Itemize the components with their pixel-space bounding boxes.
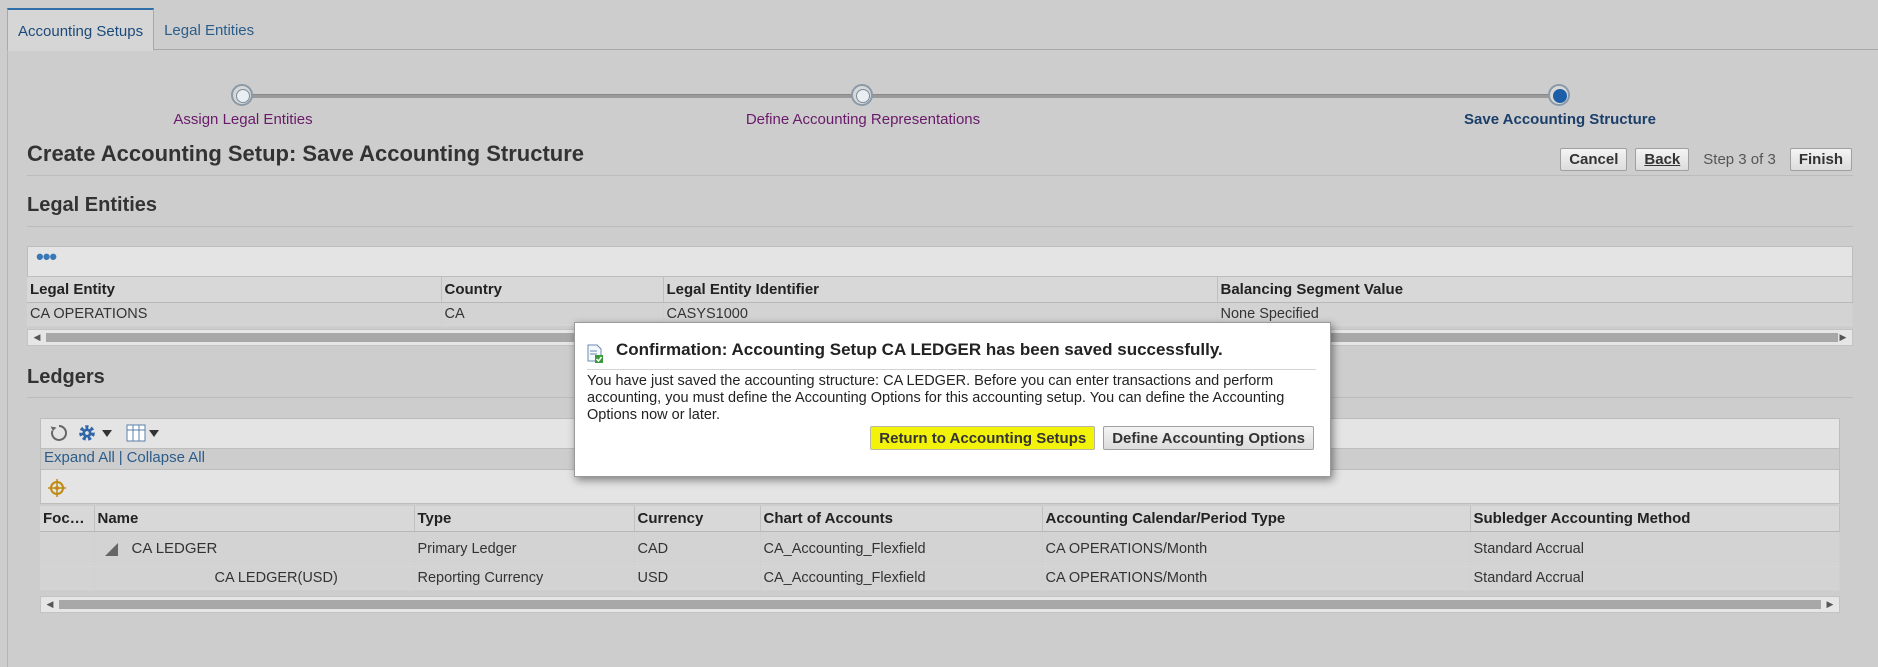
page-title: Create Accounting Setup: Save Accounting…: [27, 141, 585, 166]
step-indicator: Step 3 of 3: [1703, 151, 1776, 168]
table-row[interactable]: CA LEDGER Primary Ledger CAD CA_Accounti…: [40, 531, 1840, 567]
more-actions-icon[interactable]: •••: [36, 246, 57, 268]
tab-accounting-setups[interactable]: Accounting Setups: [7, 8, 155, 51]
ledgers-scrollbar[interactable]: ◀ ▶: [40, 596, 1840, 613]
cancel-button[interactable]: Cancel: [1560, 148, 1628, 171]
train-track: [243, 94, 1559, 98]
scroll-right-icon[interactable]: ▶: [1836, 330, 1850, 345]
table-header-row: Legal Entity Country Legal Entity Identi…: [27, 277, 1853, 303]
refresh-icon[interactable]: [49, 423, 69, 443]
column-header-legal-entity[interactable]: Legal Entity: [27, 277, 442, 303]
scroll-left-icon[interactable]: ◀: [30, 330, 44, 345]
chevron-down-icon[interactable]: [149, 429, 159, 437]
collapse-all-link[interactable]: Collapse All: [127, 449, 205, 466]
cell-subledger-method: Standard Accrual: [1470, 566, 1840, 590]
train-label-define-accounting-representations[interactable]: Define Accounting Representations: [746, 111, 980, 128]
train-stop-save-accounting-structure: [1548, 84, 1570, 106]
collapse-triangle-icon[interactable]: [104, 542, 118, 556]
dialog-title: Confirmation: Accounting Setup CA LEDGER…: [616, 340, 1223, 359]
legal-entities-divider: [27, 226, 1853, 227]
cell-accounting-calendar: CA OPERATIONS/Month: [1042, 531, 1471, 567]
column-header-country[interactable]: Country: [441, 277, 664, 303]
column-header-type[interactable]: Type: [414, 506, 635, 532]
page-actions: Cancel Back Step 3 of 3 Finish: [1560, 148, 1852, 171]
dialog-buttons: Return to Accounting Setups Define Accou…: [870, 426, 1314, 450]
column-header-currency[interactable]: Currency: [634, 506, 761, 532]
dialog-divider: [587, 369, 1316, 370]
confirmation-dialog: Confirmation: Accounting Setup CA LEDGER…: [574, 322, 1331, 477]
legal-entities-table: Legal Entity Country Legal Entity Identi…: [27, 277, 1853, 326]
legal-entities-heading: Legal Entities: [27, 194, 158, 216]
document-check-icon: [587, 344, 603, 363]
cell-accounting-calendar: CA OPERATIONS/Month: [1042, 566, 1471, 590]
dialog-message: You have just saved the accounting struc…: [587, 373, 1285, 423]
table-row[interactable]: CA LEDGER(USD) Reporting Currency USD CA…: [40, 566, 1840, 590]
title-divider: [27, 175, 1853, 176]
link-separator: |: [118, 449, 123, 466]
column-header-focus[interactable]: Foc…: [40, 506, 95, 532]
finish-button[interactable]: Finish: [1789, 148, 1852, 171]
scroll-left-icon[interactable]: ◀: [43, 597, 57, 612]
cell-focus[interactable]: [40, 531, 95, 567]
scrollbar-thumb[interactable]: [59, 600, 1821, 609]
column-header-chart-of-accounts[interactable]: Chart of Accounts: [760, 506, 1043, 532]
cell-chart-of-accounts: CA_Accounting_Flexfield: [760, 566, 1043, 590]
cell-chart-of-accounts: CA_Accounting_Flexfield: [760, 531, 1043, 567]
top-tabs: Accounting Setups Legal Entities: [7, 8, 1878, 51]
cell-subledger-method: Standard Accrual: [1470, 531, 1840, 567]
train-stop-assign-legal-entities[interactable]: [231, 84, 253, 106]
return-to-accounting-setups-button[interactable]: Return to Accounting Setups: [870, 426, 1096, 450]
cell-currency: USD: [634, 566, 761, 590]
crosshair-icon[interactable]: [47, 478, 67, 498]
define-accounting-options-button[interactable]: Define Accounting Options: [1103, 426, 1314, 450]
columns-icon[interactable]: [126, 424, 146, 442]
train-label-assign-legal-entities[interactable]: Assign Legal Entities: [173, 111, 312, 128]
expand-all-link[interactable]: Expand All: [44, 449, 115, 466]
chevron-down-icon[interactable]: [102, 429, 112, 437]
ledgers-heading: Ledgers: [27, 366, 105, 388]
train-stop-define-accounting-representations[interactable]: [851, 84, 873, 106]
legal-entities-toolbar: •••: [27, 246, 1853, 277]
cell-currency: CAD: [634, 531, 761, 567]
train-label-save-accounting-structure: Save Accounting Structure: [1464, 111, 1656, 128]
cell-type: Reporting Currency: [414, 566, 635, 590]
column-header-subledger-accounting-method[interactable]: Subledger Accounting Method: [1470, 506, 1840, 532]
scroll-right-icon[interactable]: ▶: [1823, 597, 1837, 612]
gear-icon[interactable]: [75, 422, 99, 444]
ledgers-table: Foc… Name Type Currency Chart of Account…: [40, 506, 1840, 590]
cell-name: CA LEDGER: [94, 531, 415, 567]
tab-legal-entities[interactable]: Legal Entities: [154, 8, 264, 50]
cell-legal-entity: CA OPERATIONS: [27, 302, 442, 326]
table-header-row: Foc… Name Type Currency Chart of Account…: [40, 506, 1840, 532]
column-header-balancing-segment-value[interactable]: Balancing Segment Value: [1217, 277, 1853, 303]
cell-type: Primary Ledger: [414, 531, 635, 567]
column-header-name[interactable]: Name: [94, 506, 415, 532]
cell-name: CA LEDGER(USD): [94, 566, 415, 590]
ledger-name: CA LEDGER: [131, 540, 218, 557]
cell-focus[interactable]: [40, 566, 95, 590]
back-button[interactable]: Back: [1635, 148, 1690, 171]
column-header-legal-entity-identifier[interactable]: Legal Entity Identifier: [663, 277, 1218, 303]
column-header-accounting-calendar[interactable]: Accounting Calendar/Period Type: [1042, 506, 1471, 532]
